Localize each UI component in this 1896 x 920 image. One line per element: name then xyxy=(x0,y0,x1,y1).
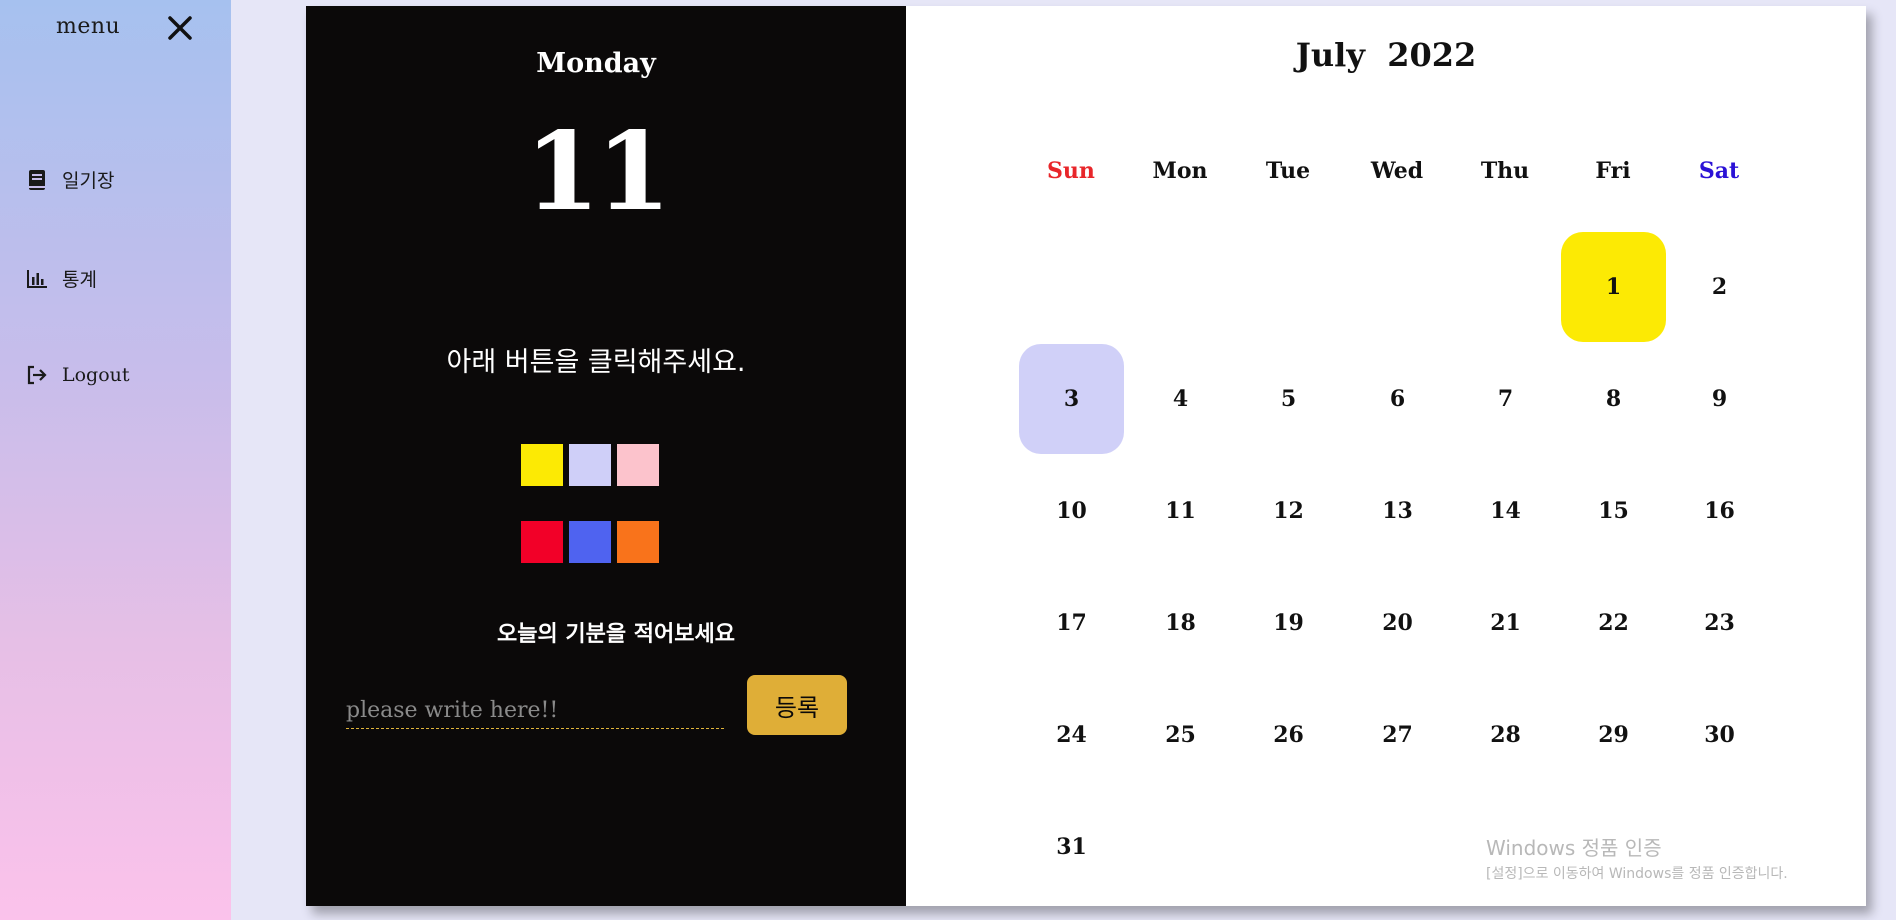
mood-color-row xyxy=(521,444,659,486)
mood-color-pink[interactable] xyxy=(617,444,659,486)
calendar-day-10[interactable]: 10 xyxy=(1019,456,1124,566)
calendar-day-4[interactable]: 4 xyxy=(1128,344,1233,454)
calendar-day-24[interactable]: 24 xyxy=(1019,680,1124,790)
weekday-wed: Wed xyxy=(1370,158,1424,184)
weekday-sat: Sat xyxy=(1698,158,1740,184)
bar-chart-icon xyxy=(26,268,48,290)
calendar-day-27[interactable]: 27 xyxy=(1345,680,1450,790)
sidebar-item-label: 통계 xyxy=(62,269,97,291)
calendar-day-30[interactable]: 30 xyxy=(1667,680,1772,790)
windows-activation-watermark: Windows 정품 인증 [설정]으로 이동하여 Windows를 정품 인증… xyxy=(1486,832,1788,883)
prompt-text: 아래 버튼을 클릭해주세요. xyxy=(446,347,746,378)
calendar-day-12[interactable]: 12 xyxy=(1236,456,1341,566)
calendar-day-2[interactable]: 2 xyxy=(1667,232,1772,342)
calendar-day-7[interactable]: 7 xyxy=(1453,344,1558,454)
logout-icon xyxy=(26,364,48,386)
calendar-day-23[interactable]: 23 xyxy=(1667,568,1772,678)
calendar-day-29[interactable]: 29 xyxy=(1561,680,1666,790)
calendar-day-22[interactable]: 22 xyxy=(1561,568,1666,678)
day-number: 11 xyxy=(524,109,671,235)
calendar-day-26[interactable]: 26 xyxy=(1236,680,1341,790)
diary-card: Monday 11 아래 버튼을 클릭해주세요. 오늘의 기분을 적어보세요 등… xyxy=(306,6,1866,906)
calendar-day-21[interactable]: 21 xyxy=(1453,568,1558,678)
mood-color-orange[interactable] xyxy=(617,521,659,563)
book-icon xyxy=(26,169,48,191)
calendar-day-13[interactable]: 13 xyxy=(1345,456,1450,566)
weekday-fri: Fri xyxy=(1595,158,1631,184)
calendar-day-20[interactable]: 20 xyxy=(1345,568,1450,678)
calendar-day-9[interactable]: 9 xyxy=(1667,344,1772,454)
month-title: July 2022 xyxy=(906,36,1866,74)
mood-color-red[interactable] xyxy=(521,521,563,563)
close-menu-button[interactable] xyxy=(166,14,194,42)
calendar: July 2022 Windows 정품 인증 [설정]으로 이동하여 Wind… xyxy=(906,6,1866,906)
sidebar-item-diary[interactable]: 일기장 xyxy=(26,166,114,193)
mood-color-yellow[interactable] xyxy=(521,444,563,486)
calendar-day-18[interactable]: 18 xyxy=(1128,568,1233,678)
sidebar-item-logout[interactable]: Logout xyxy=(26,364,130,386)
sidebar: menu 일기장 통계 Logout xyxy=(0,0,231,920)
calendar-day-14[interactable]: 14 xyxy=(1453,456,1558,566)
weekday-mon: Mon xyxy=(1152,158,1208,184)
mood-color-row xyxy=(521,521,659,563)
calendar-day-16[interactable]: 16 xyxy=(1667,456,1772,566)
year: 2022 xyxy=(1387,36,1477,74)
calendar-day-6[interactable]: 6 xyxy=(1345,344,1450,454)
calendar-day-1[interactable]: 1 xyxy=(1561,232,1666,342)
sidebar-item-label: Logout xyxy=(62,364,130,386)
mood-input[interactable] xyxy=(346,692,724,729)
calendar-day-17[interactable]: 17 xyxy=(1019,568,1124,678)
mood-color-blue[interactable] xyxy=(569,521,611,563)
calendar-day-15[interactable]: 15 xyxy=(1561,456,1666,566)
weekday-thu: Thu xyxy=(1480,158,1530,184)
sidebar-item-label: 일기장 xyxy=(62,170,115,192)
watermark-subtitle: [설정]으로 이동하여 Windows를 정품 인증합니다. xyxy=(1486,866,1788,882)
weekday-tue: Tue xyxy=(1265,158,1311,184)
calendar-day-3[interactable]: 3 xyxy=(1019,344,1124,454)
calendar-day-5[interactable]: 5 xyxy=(1236,344,1341,454)
calendar-day-19[interactable]: 19 xyxy=(1236,568,1341,678)
calendar-day-31[interactable]: 31 xyxy=(1019,792,1124,902)
mood-label: 오늘의 기분을 적어보세요 xyxy=(497,622,735,647)
calendar-day-11[interactable]: 11 xyxy=(1128,456,1233,566)
submit-button[interactable]: 등록 xyxy=(747,675,847,735)
calendar-day-8[interactable]: 8 xyxy=(1561,344,1666,454)
day-name: Monday xyxy=(536,48,656,79)
sidebar-item-stats[interactable]: 통계 xyxy=(26,265,97,292)
menu-title: menu xyxy=(56,14,121,39)
weekday-sun: Sun xyxy=(1047,158,1095,184)
watermark-title: Windows 정품 인증 xyxy=(1486,836,1662,860)
close-icon xyxy=(168,16,192,40)
calendar-day-28[interactable]: 28 xyxy=(1453,680,1558,790)
diary-panel: Monday 11 아래 버튼을 클릭해주세요. 오늘의 기분을 적어보세요 등… xyxy=(306,6,906,906)
mood-color-lavender[interactable] xyxy=(569,444,611,486)
month-name: July xyxy=(1295,36,1365,74)
calendar-day-25[interactable]: 25 xyxy=(1128,680,1233,790)
